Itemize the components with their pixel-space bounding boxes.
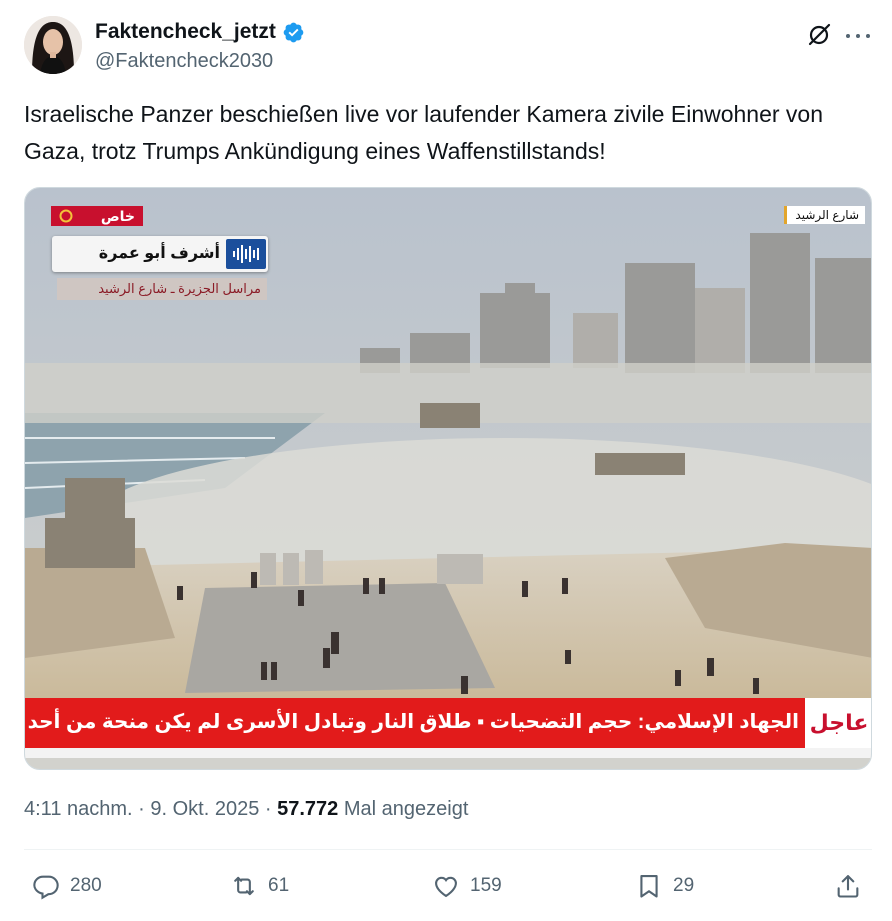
views-count: 57.772 xyxy=(277,798,339,820)
handle[interactable]: @Faktencheck2030 xyxy=(95,50,273,73)
repost-button[interactable]: 61 xyxy=(230,868,289,904)
more-options-icon[interactable] xyxy=(846,26,870,46)
tweet-meta: 4:11 nachm. · 9. Okt. 2025 · 57.772 Mal … xyxy=(24,798,468,821)
bookmark-count: 29 xyxy=(673,875,695,896)
tweet-text: Israelische Panzer beschießen live vor l… xyxy=(24,101,824,164)
bookmark-icon xyxy=(640,875,658,898)
reporter-lower-third: أشرف أبو عمرة xyxy=(52,236,268,272)
video-frame xyxy=(25,188,871,769)
reporter-name: أشرف أبو عمرة xyxy=(98,245,220,262)
like-icon xyxy=(435,876,457,898)
special-tag-label: خاص xyxy=(100,207,135,224)
share-icon xyxy=(837,875,859,898)
channel-logo-icon xyxy=(59,209,73,223)
verified-badge-icon xyxy=(283,22,304,42)
like-button[interactable]: 159 xyxy=(432,868,502,904)
grok-icon[interactable] xyxy=(806,22,832,48)
video-controls-bar[interactable] xyxy=(25,748,871,758)
reply-button[interactable]: 280 xyxy=(32,868,102,904)
separator: · xyxy=(138,798,151,820)
repost-count: 61 xyxy=(268,875,290,896)
display-name[interactable]: Faktencheck_jetzt xyxy=(95,20,276,44)
repost-icon xyxy=(234,876,254,896)
views-label: Mal angezeigt xyxy=(343,798,469,820)
bookmark-button[interactable]: 29 xyxy=(635,868,694,904)
special-tag: خاص xyxy=(51,206,143,226)
reply-icon xyxy=(33,875,59,900)
divider xyxy=(24,849,872,850)
like-count: 159 xyxy=(470,875,502,896)
separator: · xyxy=(264,798,278,820)
post-date[interactable]: 9. Okt. 2025 xyxy=(150,798,259,820)
audio-wave-icon xyxy=(226,239,266,269)
ticker-label: عاجل xyxy=(805,698,871,748)
location-tag: شارع الرشيد xyxy=(784,206,865,224)
reporter-title: مراسل الجزيرة ـ شارع الرشيد xyxy=(57,278,267,300)
post-time[interactable]: 4:11 nachm. xyxy=(24,798,133,820)
name-row: Faktencheck_jetzt xyxy=(95,20,305,44)
share-button[interactable] xyxy=(834,868,862,904)
reply-count: 280 xyxy=(70,875,102,896)
ticker-text: الجهاد الإسلامي: حجم التضحيات ▪ طلاق الن… xyxy=(27,711,799,733)
video-media[interactable]: خاص أشرف أبو عمرة مراسل الجزيرة ـ شارع ا… xyxy=(24,187,872,770)
tweet-header: Faktencheck_jetzt @Faktencheck2030 xyxy=(24,16,876,80)
action-bar: 280 61 159 29 xyxy=(24,868,872,904)
news-ticker: الجهاد الإسلامي: حجم التضحيات ▪ طلاق الن… xyxy=(25,698,871,748)
avatar[interactable] xyxy=(24,16,82,74)
